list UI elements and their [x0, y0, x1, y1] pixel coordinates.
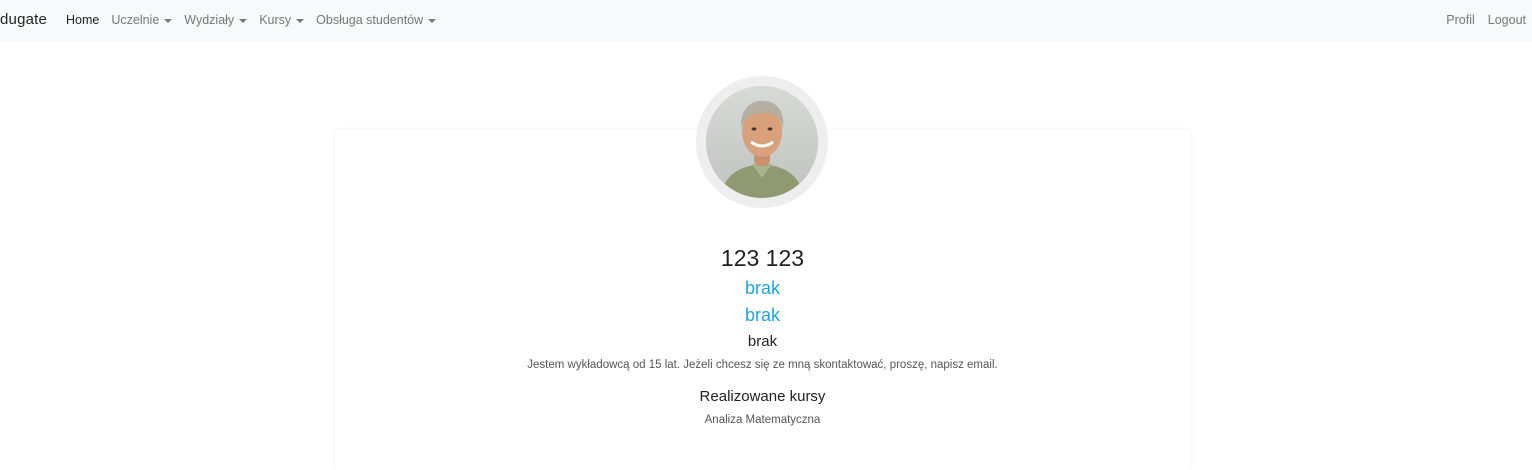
- caret-down-icon: [164, 18, 173, 23]
- nav-item-label: Obsługa studentów: [316, 13, 424, 27]
- caret-down-icon: [296, 18, 305, 23]
- profile-bio: Jestem wykładowcą od 15 lat. Jeżeli chce…: [527, 359, 998, 371]
- profile-subtitle: brak: [747, 333, 778, 350]
- nav-item-home[interactable]: Home: [66, 13, 99, 27]
- nav-right: Profil Logout: [1433, 13, 1526, 27]
- nav-menu: Home Uczelnie Wydziały Kursy Obsługa stu…: [66, 13, 448, 27]
- course-item: Analiza Matematyczna: [704, 414, 821, 426]
- courses-heading: Realizowane kursy: [699, 388, 826, 405]
- profile-link-2[interactable]: brak: [335, 305, 1190, 326]
- nav-item-label: Kursy: [259, 13, 292, 27]
- profile-link-1[interactable]: brak: [335, 278, 1190, 299]
- caret-down-icon: [428, 18, 437, 23]
- avatar: [706, 86, 818, 198]
- nav-item-kursy[interactable]: Kursy: [259, 13, 305, 27]
- nav-item-obsluga-studentow[interactable]: Obsługa studentów: [316, 13, 437, 27]
- avatar-photo: [706, 86, 818, 198]
- nav-item-label: Uczelnie: [111, 13, 160, 27]
- nav-item-uczelnie[interactable]: Uczelnie: [111, 13, 173, 27]
- brand-logo[interactable]: dugate: [0, 11, 47, 28]
- navbar: dugate Home Uczelnie Wydziały Kursy Obsł…: [0, 0, 1532, 41]
- nav-item-wydzialy[interactable]: Wydziały: [184, 13, 248, 27]
- nav-item-profil[interactable]: Profil: [1446, 13, 1474, 27]
- nav-item-logout[interactable]: Logout: [1488, 13, 1526, 27]
- profile-name: 123 123: [720, 245, 805, 271]
- caret-down-icon: [239, 18, 248, 23]
- nav-item-label: Wydziały: [184, 13, 235, 27]
- nav-item-label: Home: [66, 13, 100, 27]
